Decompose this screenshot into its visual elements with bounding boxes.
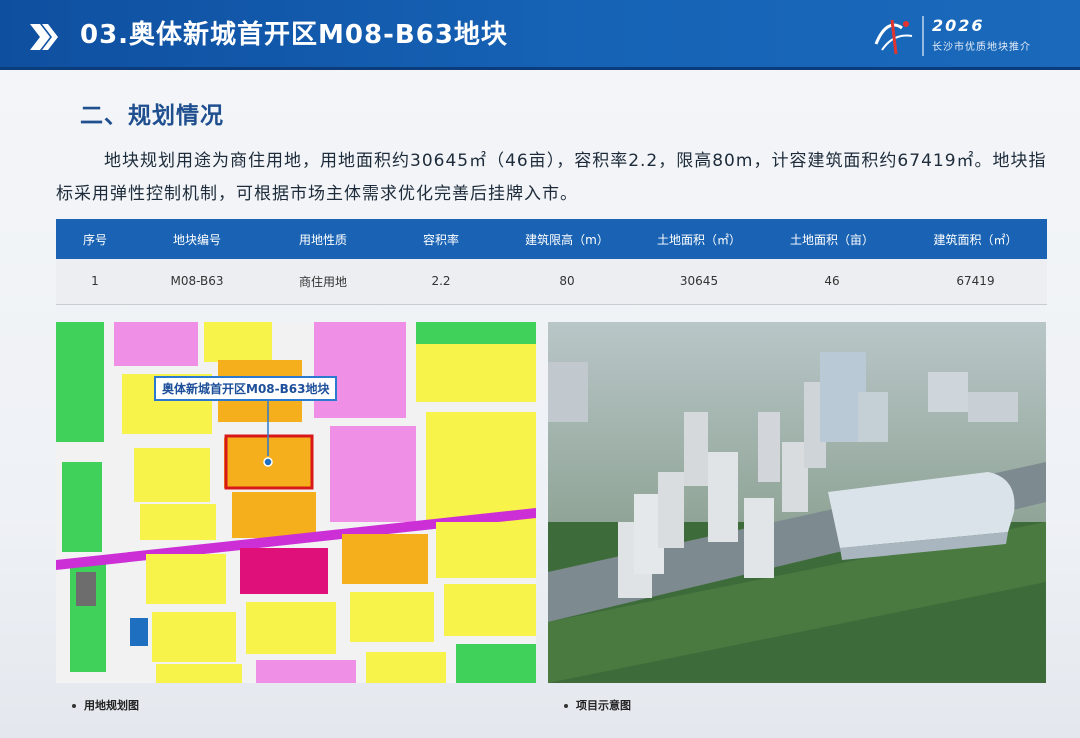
col-header-index: 序号 [56, 219, 134, 259]
cell-building-area: 67419 [904, 259, 1047, 305]
plot-indicator-table: 序号 地块编号 用地性质 容积率 建筑限高（m） 土地面积（㎡） 土地面积（亩）… [56, 219, 1047, 305]
cell-far: 2.2 [386, 259, 496, 305]
logo-year: 2026 [932, 16, 985, 35]
cell-land-area-mu: 46 [760, 259, 904, 305]
rendering-caption: 项目示意图 [564, 697, 631, 713]
map-caption: 用地规划图 [72, 697, 139, 713]
project-rendering-graphic [548, 322, 1046, 683]
col-header-land-area-mu: 土地面积（亩） [760, 219, 904, 259]
planning-paragraph: 地块规划用途为商住用地，用地面积约30645㎡（46亩），容积率2.2，限高80… [56, 151, 1047, 204]
col-header-building-area: 建筑面积（㎡） [904, 219, 1047, 259]
cell-land-use: 商住用地 [260, 259, 386, 305]
col-header-plot-code: 地块编号 [134, 219, 260, 259]
table-row: 1 M08-B63 商住用地 2.2 80 30645 46 67419 [56, 259, 1047, 305]
col-header-height-limit: 建筑限高（m） [496, 219, 638, 259]
logo-subtitle: 长沙市优质地块推介 [932, 42, 1031, 53]
cell-index: 1 [56, 259, 134, 305]
project-rendering [548, 322, 1046, 683]
cell-land-area-sqm: 30645 [638, 259, 760, 305]
plot-callout-label: 奥体新城首开区M08-B63地块 [154, 376, 338, 401]
cell-plot-code: M08-B63 [134, 259, 260, 305]
col-header-land-area-sqm: 土地面积（㎡） [638, 219, 760, 259]
col-header-land-use: 用地性质 [260, 219, 386, 259]
header-bar: 03.奥体新城首开区M08-B63地块 2026 长沙市优质地块推介 [0, 0, 1080, 70]
bullet-dot [564, 704, 568, 708]
chevron-right-icon [30, 24, 58, 50]
map-caption-text: 用地规划图 [84, 699, 139, 712]
bullet-dot [72, 704, 76, 708]
land-use-map: 奥体新城首开区M08-B63地块 [56, 322, 536, 683]
cell-height-limit: 80 [496, 259, 638, 305]
section-heading: 二、规划情况 [80, 103, 224, 129]
brand-logo: 2026 长沙市优质地块推介 [872, 10, 1062, 62]
rendering-caption-text: 项目示意图 [576, 699, 631, 712]
calligraphy-logo-icon [874, 19, 913, 55]
logo-divider [922, 16, 924, 56]
col-header-far: 容积率 [386, 219, 496, 259]
table-header-row: 序号 地块编号 用地性质 容积率 建筑限高（m） 土地面积（㎡） 土地面积（亩）… [56, 219, 1047, 259]
page-title: 03.奥体新城首开区M08-B63地块 [80, 20, 508, 50]
